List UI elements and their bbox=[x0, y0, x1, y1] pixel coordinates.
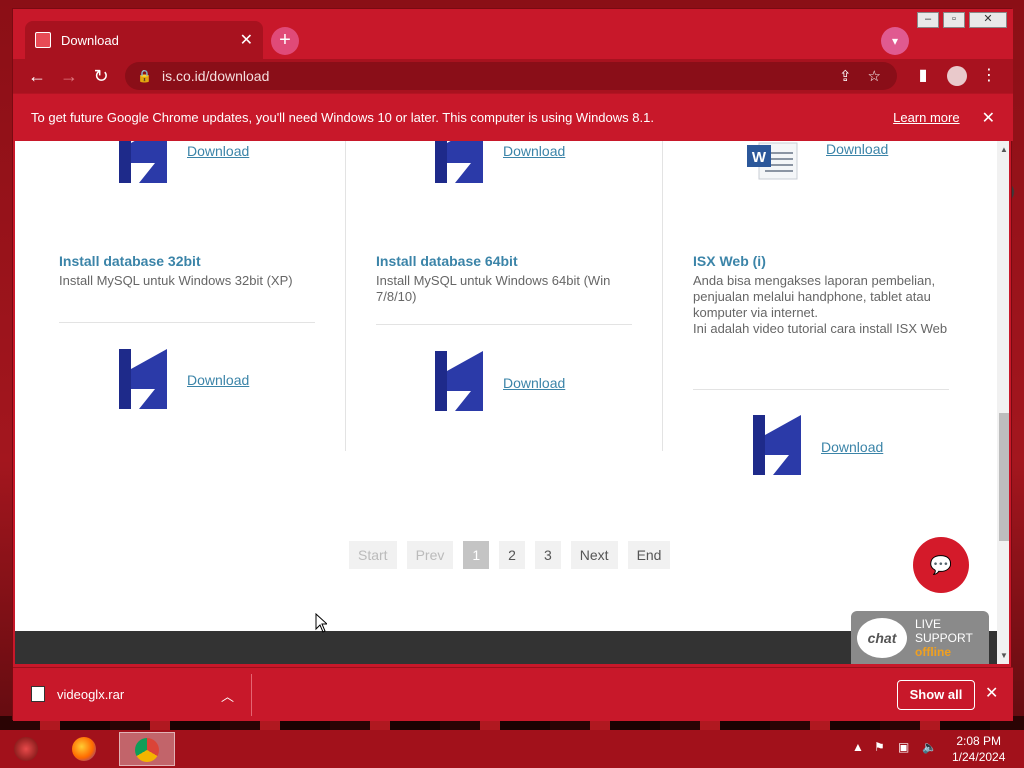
bookmark-star-icon[interactable]: ☆ bbox=[868, 67, 881, 85]
svg-text:W: W bbox=[752, 149, 767, 166]
divider bbox=[59, 322, 315, 323]
chrome-icon bbox=[135, 738, 159, 762]
address-url[interactable]: is.co.id/download bbox=[162, 68, 839, 84]
minimize-button[interactable]: – bbox=[917, 12, 939, 28]
restore-button[interactable]: ▫ bbox=[943, 12, 965, 28]
site-favicon-icon bbox=[35, 32, 51, 48]
tray-expand-icon[interactable]: ▲ bbox=[852, 740, 864, 754]
item-description: Install MySQL untuk Windows 64bit (Win 7… bbox=[376, 273, 611, 304]
chat-icon: 💬 bbox=[929, 555, 953, 575]
clock-time: 2:08 PM bbox=[956, 734, 1002, 748]
page-footer bbox=[15, 631, 997, 664]
infobar-close-icon[interactable]: ✕ bbox=[982, 108, 995, 128]
item-description: Install MySQL untuk Windows 32bit (XP) bbox=[59, 273, 293, 288]
download-link[interactable]: Download bbox=[821, 439, 883, 455]
infobar-message: To get future Google Chrome updates, you… bbox=[31, 110, 654, 125]
page-next-button[interactable]: Next bbox=[570, 541, 618, 569]
live-support-line2: SUPPORT bbox=[915, 630, 973, 645]
back-button[interactable]: ← bbox=[25, 64, 49, 88]
word-document-icon: W bbox=[747, 142, 798, 180]
tab-title: Download bbox=[61, 32, 119, 48]
chat-button[interactable]: 💬 bbox=[913, 537, 969, 593]
page-1-button[interactable]: 1 bbox=[463, 541, 490, 569]
window-close-button[interactable]: ✕ bbox=[969, 12, 1007, 28]
show-all-button[interactable]: Show all bbox=[897, 680, 975, 710]
update-infobar: To get future Google Chrome updates, you… bbox=[13, 93, 1013, 141]
pagination: Start Prev 1 2 3 Next End bbox=[349, 541, 671, 569]
profile-avatar[interactable] bbox=[947, 66, 967, 86]
chevron-up-icon[interactable]: ︿ bbox=[221, 686, 234, 705]
start-orb-icon bbox=[14, 737, 38, 761]
divider bbox=[693, 389, 949, 390]
scroll-up-icon[interactable]: ▲ bbox=[1000, 145, 1008, 154]
download-column-1: Download Install database 32bit Install … bbox=[15, 141, 331, 451]
firefox-icon bbox=[72, 737, 96, 761]
download-column-2: Download Install database 64bit Install … bbox=[331, 141, 647, 451]
shelf-close-icon[interactable]: ✕ bbox=[985, 683, 998, 703]
download-link[interactable]: Download bbox=[187, 372, 249, 388]
shelf-divider bbox=[251, 674, 252, 716]
tab-strip: Download ✕ + ▾ – ▫ ✕ bbox=[13, 9, 1013, 59]
clock-date: 1/24/2024 bbox=[952, 750, 1006, 764]
live-support-text: LIVE SUPPORT offline bbox=[915, 617, 973, 659]
download-link[interactable]: Download bbox=[503, 375, 565, 391]
forward-button[interactable]: → bbox=[57, 64, 81, 88]
live-support-status: offline bbox=[915, 644, 951, 659]
download-file-name[interactable]: videoglx.rar bbox=[57, 687, 124, 702]
scroll-thumb[interactable] bbox=[999, 413, 1009, 541]
page-viewport: Download Install database 32bit Install … bbox=[15, 141, 1009, 664]
windows-taskbar: ▲ ⚑ ▣ 🔈 2:08 PM 1/24/2024 bbox=[0, 730, 1024, 768]
scroll-down-icon[interactable]: ▼ bbox=[1000, 651, 1008, 660]
isx-logo-icon bbox=[119, 349, 167, 409]
taskbar-firefox[interactable] bbox=[64, 732, 104, 766]
tab-close-icon[interactable]: ✕ bbox=[240, 30, 253, 50]
tab-download[interactable]: Download ✕ bbox=[25, 21, 263, 59]
rar-file-icon bbox=[31, 686, 45, 702]
taskbar-clock[interactable]: 2:08 PM 1/24/2024 bbox=[952, 733, 1005, 765]
live-support-line1: LIVE bbox=[915, 616, 942, 631]
side-panel-icon[interactable]: ▮ bbox=[911, 64, 935, 88]
download-item[interactable]: videoglx.rar bbox=[31, 686, 124, 702]
taskbar-chrome[interactable] bbox=[119, 732, 175, 766]
isx-logo-icon bbox=[753, 415, 801, 475]
download-link[interactable]: Download bbox=[503, 143, 565, 159]
chrome-window: Download ✕ + ▾ – ▫ ✕ ← → ↻ 🔒 is.co.id/do… bbox=[12, 8, 1013, 721]
new-tab-button[interactable]: + bbox=[271, 27, 299, 55]
page-end-button[interactable]: End bbox=[627, 541, 671, 569]
share-icon[interactable]: ⇪ bbox=[839, 67, 852, 85]
page-prev-button[interactable]: Prev bbox=[406, 541, 454, 569]
volume-muted-icon[interactable]: 🔈 bbox=[922, 740, 937, 754]
download-shelf: videoglx.rar ︿ Show all ✕ bbox=[13, 667, 1013, 721]
item-description: Anda bisa mengakses laporan pembelian, p… bbox=[693, 273, 948, 336]
lock-icon[interactable]: 🔒 bbox=[137, 69, 152, 83]
browser-toolbar: ← → ↻ 🔒 is.co.id/download ⇪ ☆ ▮ ⋮ bbox=[13, 59, 1013, 93]
page-2-button[interactable]: 2 bbox=[499, 541, 525, 569]
divider bbox=[376, 324, 632, 325]
item-title: ISX Web (i) bbox=[693, 253, 766, 269]
download-link[interactable]: Download bbox=[187, 143, 249, 159]
live-support-widget[interactable]: chat LIVE SUPPORT offline bbox=[851, 611, 989, 664]
chrome-menu-icon[interactable]: ⋮ bbox=[977, 64, 1001, 88]
tab-search-button[interactable]: ▾ bbox=[881, 27, 909, 55]
download-link[interactable]: Download bbox=[826, 141, 888, 157]
isx-logo-icon bbox=[435, 351, 483, 411]
network-icon[interactable]: ▣ bbox=[898, 740, 909, 754]
item-title: Install database 64bit bbox=[376, 253, 518, 269]
mouse-cursor-icon bbox=[315, 613, 327, 633]
start-button[interactable] bbox=[6, 732, 46, 766]
download-column-3: W Download ISX Web (i) Anda bisa mengaks… bbox=[647, 141, 963, 475]
page-scrollbar[interactable]: ▲ ▼ bbox=[997, 141, 1009, 664]
page-start-button[interactable]: Start bbox=[349, 541, 397, 569]
item-title: Install database 32bit bbox=[59, 253, 201, 269]
isx-logo-icon bbox=[119, 141, 167, 183]
action-center-flag-icon[interactable]: ⚑ bbox=[874, 740, 885, 754]
learn-more-link[interactable]: Learn more bbox=[893, 110, 959, 125]
chat-bubble-icon: chat bbox=[857, 617, 907, 658]
reload-button[interactable]: ↻ bbox=[89, 64, 113, 88]
page-3-button[interactable]: 3 bbox=[534, 541, 561, 569]
isx-logo-icon bbox=[435, 141, 483, 183]
address-bar[interactable]: 🔒 is.co.id/download ⇪ ☆ bbox=[125, 62, 897, 90]
